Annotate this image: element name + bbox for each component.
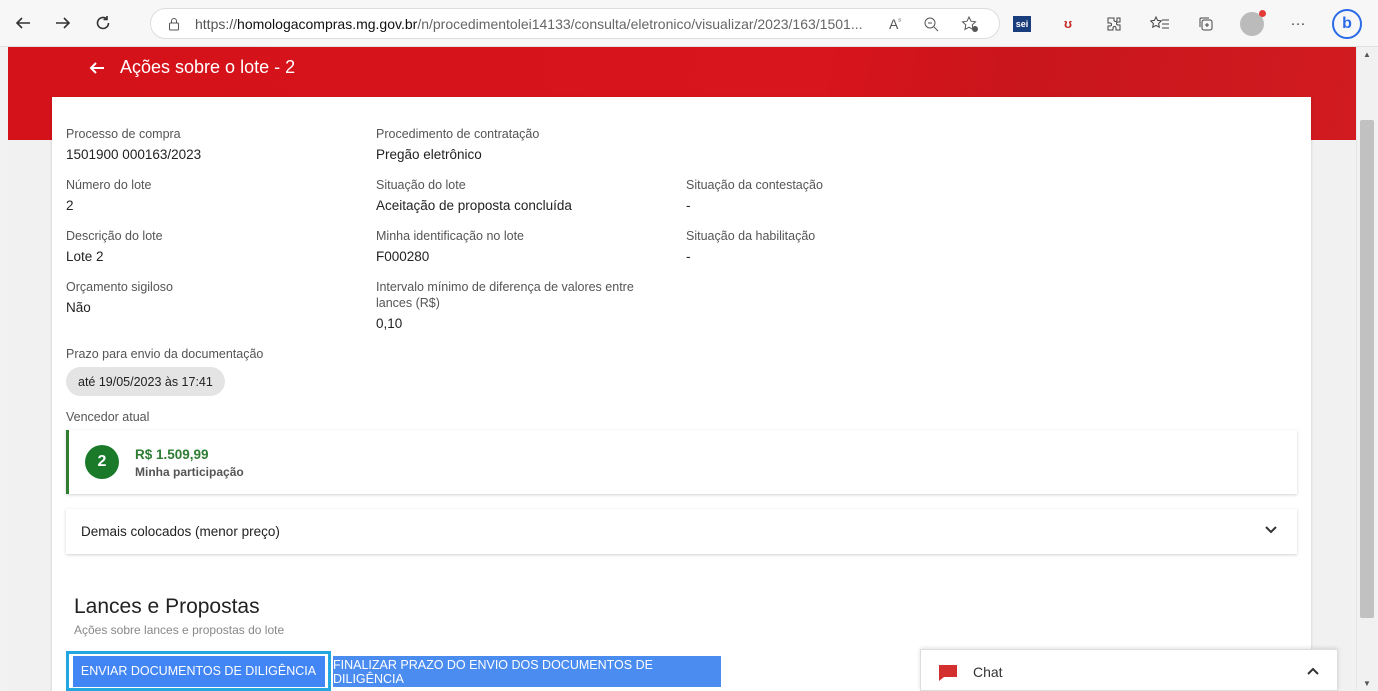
field-value: - xyxy=(686,198,691,213)
field-situacao-habilitacao: Situação da habilitação - xyxy=(686,228,815,264)
field-label: Vencedor atual xyxy=(66,410,150,424)
field-processo: Processo de compra 1501900 000163/2023 xyxy=(66,126,201,162)
url-path: /n/procedimentolei14133/consulta/eletron… xyxy=(417,15,863,32)
collections-icon[interactable] xyxy=(1194,12,1218,36)
field-procedimento: Procedimento de contratação Pregão eletr… xyxy=(376,126,539,162)
field-label: Situação da habilitação xyxy=(686,229,816,243)
field-label: Descrição do lote xyxy=(66,229,163,243)
more-menu-icon[interactable]: ··· xyxy=(1286,12,1310,36)
field-label: Situação do lote xyxy=(376,178,466,192)
chevron-down-icon xyxy=(1265,526,1277,534)
field-value: 0,10 xyxy=(376,316,403,331)
field-label: Minha identificação no lote xyxy=(376,229,525,243)
rank-badge: 2 xyxy=(85,445,119,479)
field-value: 1501900 000163/2023 xyxy=(66,147,202,162)
field-intervalo: Intervalo mínimo de diferença de valores… xyxy=(376,279,666,331)
profile-avatar[interactable] xyxy=(1240,9,1266,36)
field-label: Orçamento sigiloso xyxy=(66,280,173,294)
field-orcamento: Orçamento sigiloso Não xyxy=(66,279,173,315)
page-content: Ações sobre o lote - 2 Processo de compr… xyxy=(0,47,1356,691)
section-subtitle: Ações sobre lances e propostas do lote xyxy=(74,623,285,637)
field-value: - xyxy=(686,249,691,264)
field-situacao-contestacao: Situação da contestação - xyxy=(686,177,823,213)
field-value: F000280 xyxy=(376,249,430,264)
field-label: Prazo para envio da documentação xyxy=(66,347,264,361)
field-descricao-lote: Descrição do lote Lote 2 xyxy=(66,228,163,264)
lock-icon xyxy=(169,17,179,30)
lot-details-card: Processo de compra 1501900 000163/2023 P… xyxy=(52,97,1311,691)
field-value: Aceitação de proposta concluída xyxy=(376,198,572,213)
section-title: Lances e Propostas xyxy=(74,595,260,618)
vertical-scrollbar[interactable]: ▲ ▼ xyxy=(1356,47,1378,691)
url-prefix: https:// xyxy=(195,15,238,32)
scroll-up-arrow-icon[interactable]: ▲ xyxy=(1363,50,1371,59)
chat-label: Chat xyxy=(973,664,1003,680)
field-label: Procedimento de contratação xyxy=(376,127,540,141)
field-identificacao: Minha identificação no lote F000280 xyxy=(376,228,524,264)
participation-label: Minha participação xyxy=(135,465,244,479)
send-diligence-documents-button[interactable]: ENVIAR DOCUMENTOS DE DILIGÊNCIA xyxy=(72,655,325,687)
address-bar[interactable]: https://homologacompras.mg.gov.br/n/proc… xyxy=(150,8,1000,39)
deadline-chip: até 19/05/2023 às 17:41 xyxy=(66,367,225,396)
pdf-extension-icon[interactable]: ʊ xyxy=(1056,12,1080,36)
bing-copilot-icon[interactable]: b xyxy=(1332,8,1362,39)
accordion-label: Demais colocados (menor preço) xyxy=(81,524,280,539)
current-winner-card: 2 R$ 1.509,99 Minha participação xyxy=(66,430,1297,494)
field-numero-lote: Número do lote 2 xyxy=(66,177,151,213)
avatar xyxy=(1240,9,1266,36)
browser-toolbar: https://homologacompras.mg.gov.br/n/proc… xyxy=(0,0,1378,47)
zoom-out-icon[interactable] xyxy=(923,16,939,32)
add-favorite-icon[interactable] xyxy=(961,15,979,33)
url-host: homologacompras.mg.gov.br xyxy=(237,15,418,32)
finalize-deadline-button[interactable]: FINALIZAR PRAZO DO ENVIO DOS DOCUMENTOS … xyxy=(333,656,721,687)
read-aloud-icon[interactable]: Aˢ xyxy=(889,16,901,32)
scroll-thumb[interactable] xyxy=(1360,120,1374,618)
favorites-icon[interactable] xyxy=(1148,12,1172,36)
field-label: Situação da contestação xyxy=(686,178,823,192)
page-title: Ações sobre o lote - 2 xyxy=(120,57,296,77)
back-arrow-icon[interactable] xyxy=(88,59,106,77)
extensions-icon[interactable] xyxy=(1102,12,1126,36)
send-diligence-documents-button-focus: ENVIAR DOCUMENTOS DE DILIGÊNCIA xyxy=(66,651,331,691)
winner-price: R$ 1.509,99 xyxy=(135,447,209,462)
field-label: Intervalo mínimo de diferença de valores… xyxy=(376,280,634,310)
field-value: Pregão eletrônico xyxy=(376,147,482,162)
page-header: Ações sobre o lote - 2 xyxy=(88,57,295,78)
other-bidders-accordion[interactable]: Demais colocados (menor preço) xyxy=(66,509,1297,554)
chevron-up-icon[interactable] xyxy=(1305,663,1321,679)
forward-icon[interactable] xyxy=(46,6,80,40)
field-vencedor: Vencedor atual xyxy=(66,409,149,425)
chat-widget[interactable]: Chat xyxy=(920,649,1338,691)
sei-extension-icon[interactable]: sei xyxy=(1010,12,1034,36)
back-icon[interactable] xyxy=(6,6,40,40)
field-label: Número do lote xyxy=(66,178,152,192)
field-value: Não xyxy=(66,300,91,315)
chat-icon xyxy=(939,665,957,681)
field-label: Processo de compra xyxy=(66,127,181,141)
field-situacao-lote: Situação do lote Aceitação de proposta c… xyxy=(376,177,572,213)
scroll-down-arrow-icon[interactable]: ▼ xyxy=(1363,679,1371,688)
field-value: Lote 2 xyxy=(66,249,104,264)
field-prazo: Prazo para envio da documentação xyxy=(66,346,263,362)
field-value: 2 xyxy=(66,198,74,213)
refresh-icon[interactable] xyxy=(86,6,120,40)
